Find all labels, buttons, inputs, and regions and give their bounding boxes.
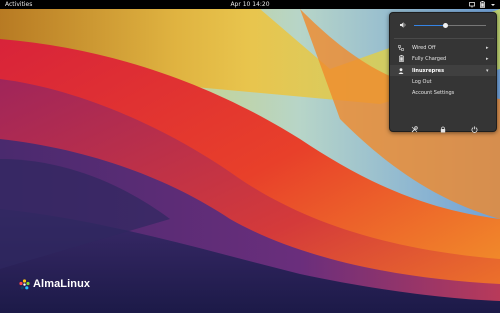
system-tray[interactable] [469, 0, 496, 9]
chevron-right-icon: ▸ [486, 44, 489, 51]
volume-slider-handle[interactable] [443, 22, 449, 28]
chevron-right-icon: ▸ [486, 55, 489, 62]
user-row[interactable]: linuxrepres ▾ [390, 65, 496, 76]
network-label: Wired Off [412, 44, 436, 51]
battery-icon [480, 1, 485, 8]
action-buttons [390, 125, 496, 141]
network-icon [469, 1, 475, 7]
menu-separator [394, 38, 494, 39]
network-wired-icon [390, 44, 412, 51]
network-row[interactable]: Wired Off ▸ [390, 42, 496, 53]
user-name: linuxrepres [412, 67, 445, 74]
chevron-down-icon: ▾ [486, 67, 489, 74]
almalinux-logo-text: AlmaLinux [33, 278, 91, 290]
log-out-item[interactable]: Log Out [412, 77, 432, 88]
volume-row [400, 21, 490, 29]
system-menu: Wired Off ▸ Fully Charged ▸ linuxrepres … [389, 12, 497, 133]
volume-slider[interactable] [414, 22, 486, 28]
account-settings-item[interactable]: Account Settings [412, 88, 454, 99]
settings-icon[interactable] [406, 121, 422, 137]
almalinux-logo: AlmaLinux [19, 278, 90, 290]
power-off-icon[interactable] [466, 121, 482, 137]
clock-button[interactable]: Apr 10 14:20 [0, 0, 500, 9]
top-bar: Activities Apr 10 14:20 [0, 0, 500, 9]
power-row[interactable]: Fully Charged ▸ [390, 53, 496, 64]
power-label: Fully Charged [412, 55, 447, 62]
lock-icon[interactable] [435, 121, 451, 137]
speaker-icon [400, 22, 406, 28]
volume-slider-fill [414, 24, 446, 26]
user-icon [390, 67, 412, 74]
chevron-down-icon [491, 3, 495, 6]
battery-icon [390, 55, 412, 62]
almalinux-logo-icon [19, 278, 30, 289]
